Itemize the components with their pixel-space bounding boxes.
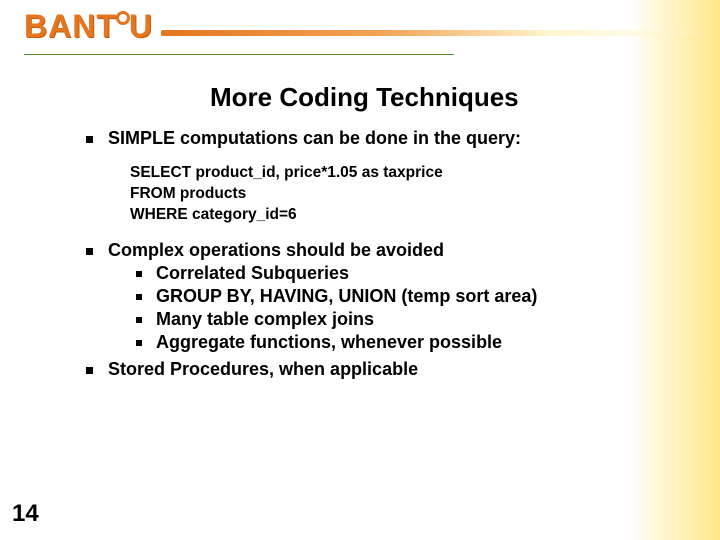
brand-logo: BANT U — [24, 8, 153, 45]
bullet-text-3: Stored Procedures, when applicable — [108, 359, 418, 379]
sub-bullet-list: Correlated Subqueries GROUP BY, HAVING, … — [136, 263, 640, 353]
brand-prefix: BANT — [24, 8, 117, 45]
bullet-item-3: Stored Procedures, when applicable — [86, 359, 640, 380]
sub-bullet-4: Aggregate functions, whenever possible — [136, 332, 640, 353]
sub-bullet-3: Many table complex joins — [136, 309, 640, 330]
brand-dot-icon — [116, 11, 130, 25]
brand-underline — [161, 30, 720, 36]
logo-row: BANT U — [24, 8, 720, 45]
header: BANT U — [24, 8, 720, 45]
bullet-text-2: Complex operations should be avoided — [108, 240, 444, 260]
bullet-list: SIMPLE computations can be done in the q… — [86, 128, 640, 380]
side-gradient — [630, 0, 720, 540]
code-line-1: SELECT product_id, price*1.05 as taxpric… — [130, 163, 640, 184]
bullet-item-2: Complex operations should be avoided Cor… — [86, 240, 640, 353]
bullet-item-1: SIMPLE computations can be done in the q… — [86, 128, 640, 226]
code-line-2: FROM products — [130, 184, 640, 205]
content-area: SIMPLE computations can be done in the q… — [86, 128, 640, 386]
header-divider — [24, 54, 454, 55]
page-number: 14 — [12, 500, 39, 528]
sub-bullet-1: Correlated Subqueries — [136, 263, 640, 284]
code-block: SELECT product_id, price*1.05 as taxpric… — [130, 163, 640, 226]
code-line-3: WHERE category_id=6 — [130, 205, 640, 226]
page-title: More Coding Techniques — [0, 82, 720, 113]
brand-suffix: U — [129, 8, 153, 45]
sub-bullet-2: GROUP BY, HAVING, UNION (temp sort area) — [136, 286, 640, 307]
bullet-text-1: SIMPLE computations can be done in the q… — [108, 128, 521, 148]
